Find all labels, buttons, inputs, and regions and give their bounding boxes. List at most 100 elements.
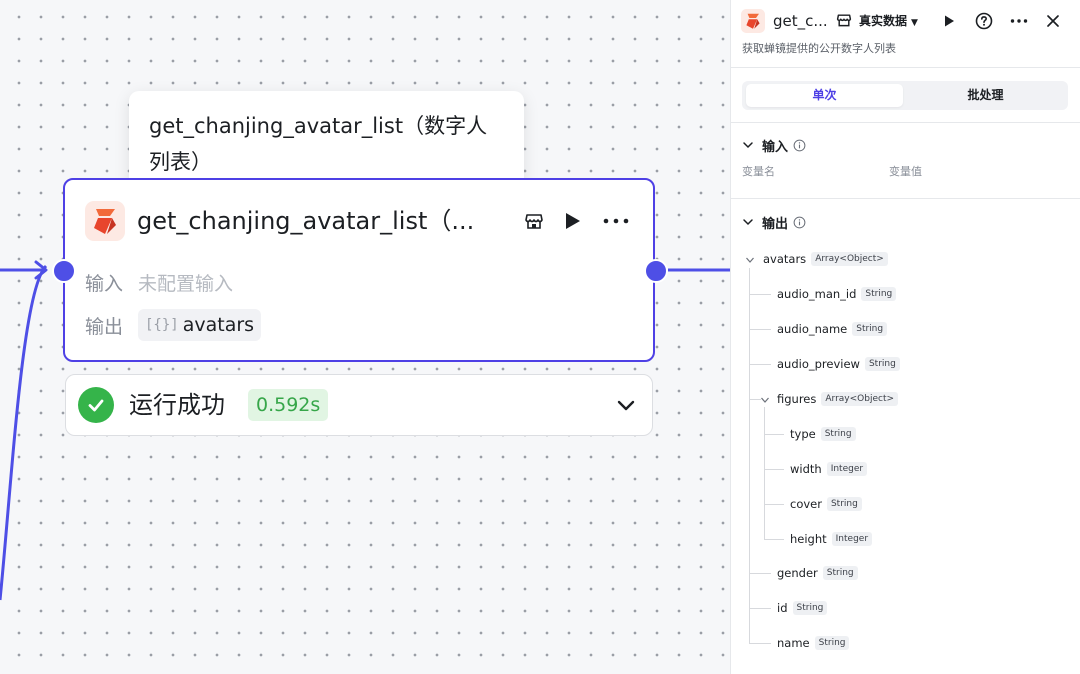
input-label: 输入 (85, 272, 124, 295)
field-name: avatars (763, 252, 807, 266)
output-section-title: 输出 (762, 216, 789, 232)
tree-connector (749, 329, 771, 330)
node-input-row: 输入 未配置输入 (85, 266, 233, 298)
flame-logo-icon (741, 9, 765, 33)
field-name: gender (777, 566, 818, 580)
divider (731, 122, 1080, 123)
node-title-tooltip: get_chanjing_avatar_list（数字人列表） (129, 91, 524, 189)
upstream-edge (0, 264, 48, 601)
caret-down-icon: ▼ (911, 18, 918, 28)
tree-item-avatars: avatars Array<Object> (763, 250, 888, 268)
type-tag: String (826, 497, 862, 511)
node-test-panel: get_c... 真实数据▼ 获取蝉镜提供的公开数字人列表 单次 批处理 输入 (730, 0, 1080, 674)
panel-title: get_c... (773, 12, 828, 30)
tree-item-id: id String (777, 599, 828, 617)
input-port[interactable] (52, 259, 76, 283)
run-button[interactable] (559, 208, 585, 234)
chevron-down-icon[interactable] (614, 393, 638, 417)
tree-connector (764, 469, 784, 470)
run-button[interactable] (938, 10, 960, 32)
tree-item-width: width Integer (790, 460, 868, 478)
array-object-icon: [{}] (145, 317, 179, 333)
tree-item-audio-man-id: audio_man_id String (777, 285, 897, 303)
type-tag: String (814, 636, 850, 650)
tab-batch[interactable]: 批处理 (907, 84, 1064, 107)
tree-connector (749, 294, 771, 295)
chevron-down-icon (743, 142, 753, 149)
close-button[interactable] (1042, 10, 1064, 32)
type-tag: Integer (826, 462, 868, 476)
tree-item-height: height Integer (790, 530, 873, 548)
status-text: 运行成功 (129, 391, 225, 419)
output-port[interactable] (644, 259, 668, 283)
field-name: figures (777, 392, 817, 406)
type-tag: String (820, 427, 856, 441)
tree-connector (764, 407, 765, 539)
tree-item-name: name String (777, 634, 850, 652)
node-output-row: 输出 [{}] avatars (85, 309, 262, 341)
type-tag: Integer (831, 532, 873, 546)
info-icon (793, 139, 806, 151)
field-name: id (777, 601, 788, 615)
workflow-node[interactable]: get_chanjing_avatar_list（... 输入 未配置输入 输出 (63, 178, 655, 362)
tree-item-audio-preview: audio_preview String (777, 355, 900, 373)
more-dots-icon (1010, 19, 1028, 23)
input-value: 未配置输入 (138, 272, 234, 295)
run-status-bar[interactable]: 运行成功 0.592s (65, 374, 653, 436)
tree-connector (764, 504, 784, 505)
help-button[interactable] (973, 10, 995, 32)
output-section-header[interactable]: 输出 (742, 212, 806, 232)
variable-name-header: 变量名 (742, 165, 775, 178)
duration-badge: 0.592s (248, 389, 329, 421)
check-circle-icon (78, 387, 114, 423)
flame-logo-icon (85, 201, 125, 241)
output-variable-name: avatars (182, 314, 255, 336)
tree-item-cover: cover String (790, 495, 862, 513)
input-section-header[interactable]: 输入 (742, 135, 806, 155)
type-tag: Array<Object> (821, 392, 899, 406)
tree-item-gender: gender String (777, 564, 858, 582)
tree-connector (749, 268, 750, 644)
play-icon (945, 15, 954, 27)
output-label: 输出 (85, 315, 124, 338)
chevron-down-icon[interactable] (760, 395, 770, 405)
info-icon (793, 216, 806, 228)
panel-description: 获取蝉镜提供的公开数字人列表 (742, 42, 896, 55)
tab-single[interactable]: 单次 (746, 84, 903, 107)
more-button[interactable] (1008, 10, 1030, 32)
help-circle-icon (975, 12, 993, 30)
store-icon[interactable] (836, 12, 852, 28)
field-name: width (790, 462, 822, 476)
tree-item-audio-name: audio_name String (777, 320, 888, 338)
workflow-canvas[interactable]: get_chanjing_avatar_list（数字人列表） get_chan… (0, 0, 730, 674)
node-title: get_chanjing_avatar_list（... (137, 207, 475, 235)
field-name: audio_preview (777, 357, 860, 371)
output-variable-tag[interactable]: [{}] avatars (138, 309, 262, 341)
field-name: height (790, 532, 827, 546)
field-name: cover (790, 497, 822, 511)
data-source-select[interactable]: 真实数据 ▼ (859, 10, 918, 32)
tree-connector (749, 573, 771, 574)
field-name: audio_name (777, 322, 848, 336)
type-tag: String (822, 566, 858, 580)
type-tag: String (864, 357, 900, 371)
field-name: audio_man_id (777, 287, 857, 301)
data-source-label: 真实数据 (859, 14, 908, 28)
more-button[interactable] (603, 208, 629, 234)
chevron-down-icon[interactable] (745, 255, 755, 265)
store-icon[interactable] (521, 208, 547, 234)
input-section-title: 输入 (762, 139, 789, 155)
tree-connector (764, 434, 784, 435)
more-dots-icon (603, 218, 629, 224)
tree-connector (749, 364, 771, 365)
tree-connector (749, 608, 771, 609)
tree-connector (764, 539, 784, 540)
variable-value-header: 变量值 (889, 165, 922, 178)
field-name: type (790, 427, 816, 441)
type-tag: Array<Object> (811, 252, 888, 266)
type-tag: String (861, 287, 897, 301)
divider (731, 67, 1080, 68)
tree-item-type: type String (790, 425, 856, 443)
chevron-down-icon (743, 219, 753, 226)
play-icon (566, 213, 580, 229)
